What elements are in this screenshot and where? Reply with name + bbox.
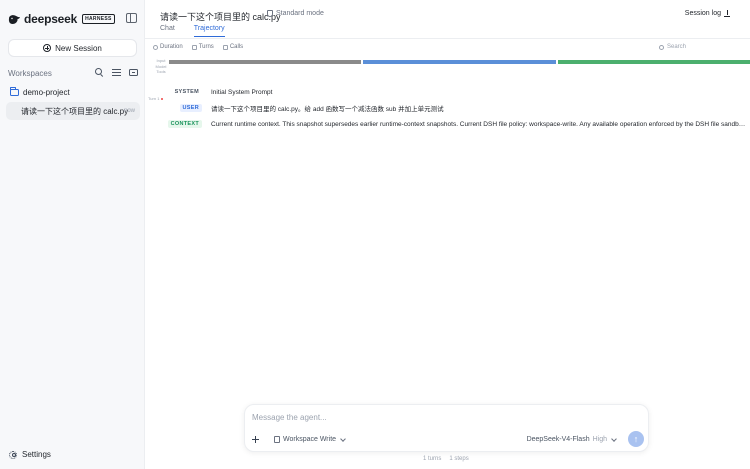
session-log-label: Session log (684, 10, 721, 17)
trajectory-row-system[interactable]: SYSTEM Initial System Prompt (145, 84, 750, 100)
trajectory-row-context[interactable]: CONTEXT Current runtime context. This sn… (145, 116, 750, 132)
filter-icon[interactable] (112, 68, 121, 77)
toggle-sidebar-icon[interactable] (126, 13, 137, 23)
session-time: now (123, 108, 135, 114)
row-text: Current runtime context. This snapshot s… (211, 120, 746, 128)
trajectory-row-user[interactable]: USER 请读一下这个项目里的 calc.py。给 add 函数写一个减法函数 … (145, 100, 750, 116)
timeline-segment-tools[interactable] (557, 60, 750, 64)
row-text: Initial System Prompt (211, 88, 273, 96)
whale-logo-icon (8, 14, 20, 24)
session-item[interactable]: 请读一下这个项目里的 calc.py now (6, 102, 140, 120)
search-placeholder: Search (666, 44, 686, 50)
tab-trajectory[interactable]: Trajectory (193, 25, 225, 37)
folder-icon (10, 87, 19, 96)
permission-label: Workspace Write (283, 436, 337, 443)
add-attachment-icon[interactable] (252, 436, 259, 443)
duration-toggle[interactable]: Duration (153, 44, 183, 50)
search-icon (658, 44, 664, 50)
tab-bar: Chat Trajectory (160, 25, 225, 37)
calls-icon (222, 44, 228, 50)
role-badge-context: CONTEXT (167, 120, 202, 128)
divider (145, 38, 750, 39)
new-session-button[interactable]: New Session (8, 39, 137, 57)
settings-label: Settings (22, 450, 51, 459)
chevron-down-icon (611, 435, 617, 442)
message-composer: Message the agent... Workspace Write Dee… (244, 404, 649, 452)
role-badge-user: USER (179, 104, 202, 112)
workspace-name: demo-project (23, 88, 70, 97)
timeline-label-tools: Tools (156, 69, 166, 74)
turns-label: Turns (198, 44, 214, 50)
workspaces-header: Workspaces (8, 68, 138, 78)
workspaces-label: Workspaces (8, 68, 52, 78)
page-title: 请读一下这个项目里的 calc.py (160, 12, 281, 22)
mode-indicator[interactable]: Standard mode (267, 10, 324, 17)
steps-count: 1 steps (449, 456, 469, 462)
arrow-up-icon: ↑ (633, 433, 639, 444)
calls-toggle[interactable]: Calls (222, 44, 244, 50)
sidebar: deepseek HARNESS New Session Workspaces … (0, 0, 145, 469)
row-text: 请读一下这个项目里的 calc.py。给 add 函数写一个减法函数 sub 并… (211, 106, 444, 113)
settings-button[interactable]: Settings (9, 450, 51, 459)
brand-logo: deepseek HARNESS (8, 12, 115, 26)
role-badge-system: SYSTEM (174, 89, 199, 95)
gear-icon (9, 450, 17, 459)
session-title: 请读一下这个项目里的 calc.py (21, 106, 129, 116)
metric-toggles: Duration Turns Calls (153, 44, 243, 50)
trajectory-search-input[interactable]: Search (658, 44, 686, 50)
duration-label: Duration (160, 44, 183, 50)
plus-circle-icon (43, 44, 52, 52)
turns-toggle[interactable]: Turns (191, 44, 214, 50)
clock-icon (153, 44, 158, 50)
footer-stats: 1 turns 1 steps (423, 456, 469, 462)
tab-chat[interactable]: Chat (160, 25, 175, 37)
turns-count: 1 turns (423, 456, 442, 462)
session-log-button[interactable]: Session log (685, 10, 730, 17)
harness-badge: HARNESS (82, 14, 115, 24)
model-name: DeepSeek-V4-Flash (526, 436, 590, 443)
mode-label: Standard mode (276, 10, 324, 17)
calls-label: Calls (229, 44, 244, 50)
message-input[interactable]: Message the agent... (252, 413, 327, 422)
model-select[interactable]: DeepSeek-V4-Flash High (526, 435, 617, 443)
trajectory-list: SYSTEM Initial System Prompt USER 请读一下这个… (145, 84, 750, 132)
timeline-legend: Input Model Tools (153, 58, 169, 75)
new-session-label: New Session (55, 43, 102, 53)
permission-icon (274, 436, 280, 443)
permission-select[interactable]: Workspace Write (274, 435, 346, 443)
effort-label: High (592, 436, 607, 443)
turns-icon (191, 44, 197, 50)
workspace-item-demo-project[interactable]: demo-project (10, 87, 70, 97)
brand-name: deepseek (24, 12, 78, 26)
timeline-segment-model[interactable] (363, 60, 556, 64)
download-icon (724, 10, 730, 17)
new-folder-icon[interactable] (129, 69, 138, 76)
main-panel: 请读一下这个项目里的 calc.py Standard mode Session… (145, 0, 750, 469)
shield-icon (267, 10, 273, 17)
timeline-segment-input[interactable] (169, 60, 362, 64)
chevron-down-icon (340, 435, 346, 442)
trajectory-timeline[interactable] (169, 60, 750, 64)
search-icon[interactable] (95, 68, 104, 77)
send-button[interactable]: ↑ (628, 431, 644, 447)
